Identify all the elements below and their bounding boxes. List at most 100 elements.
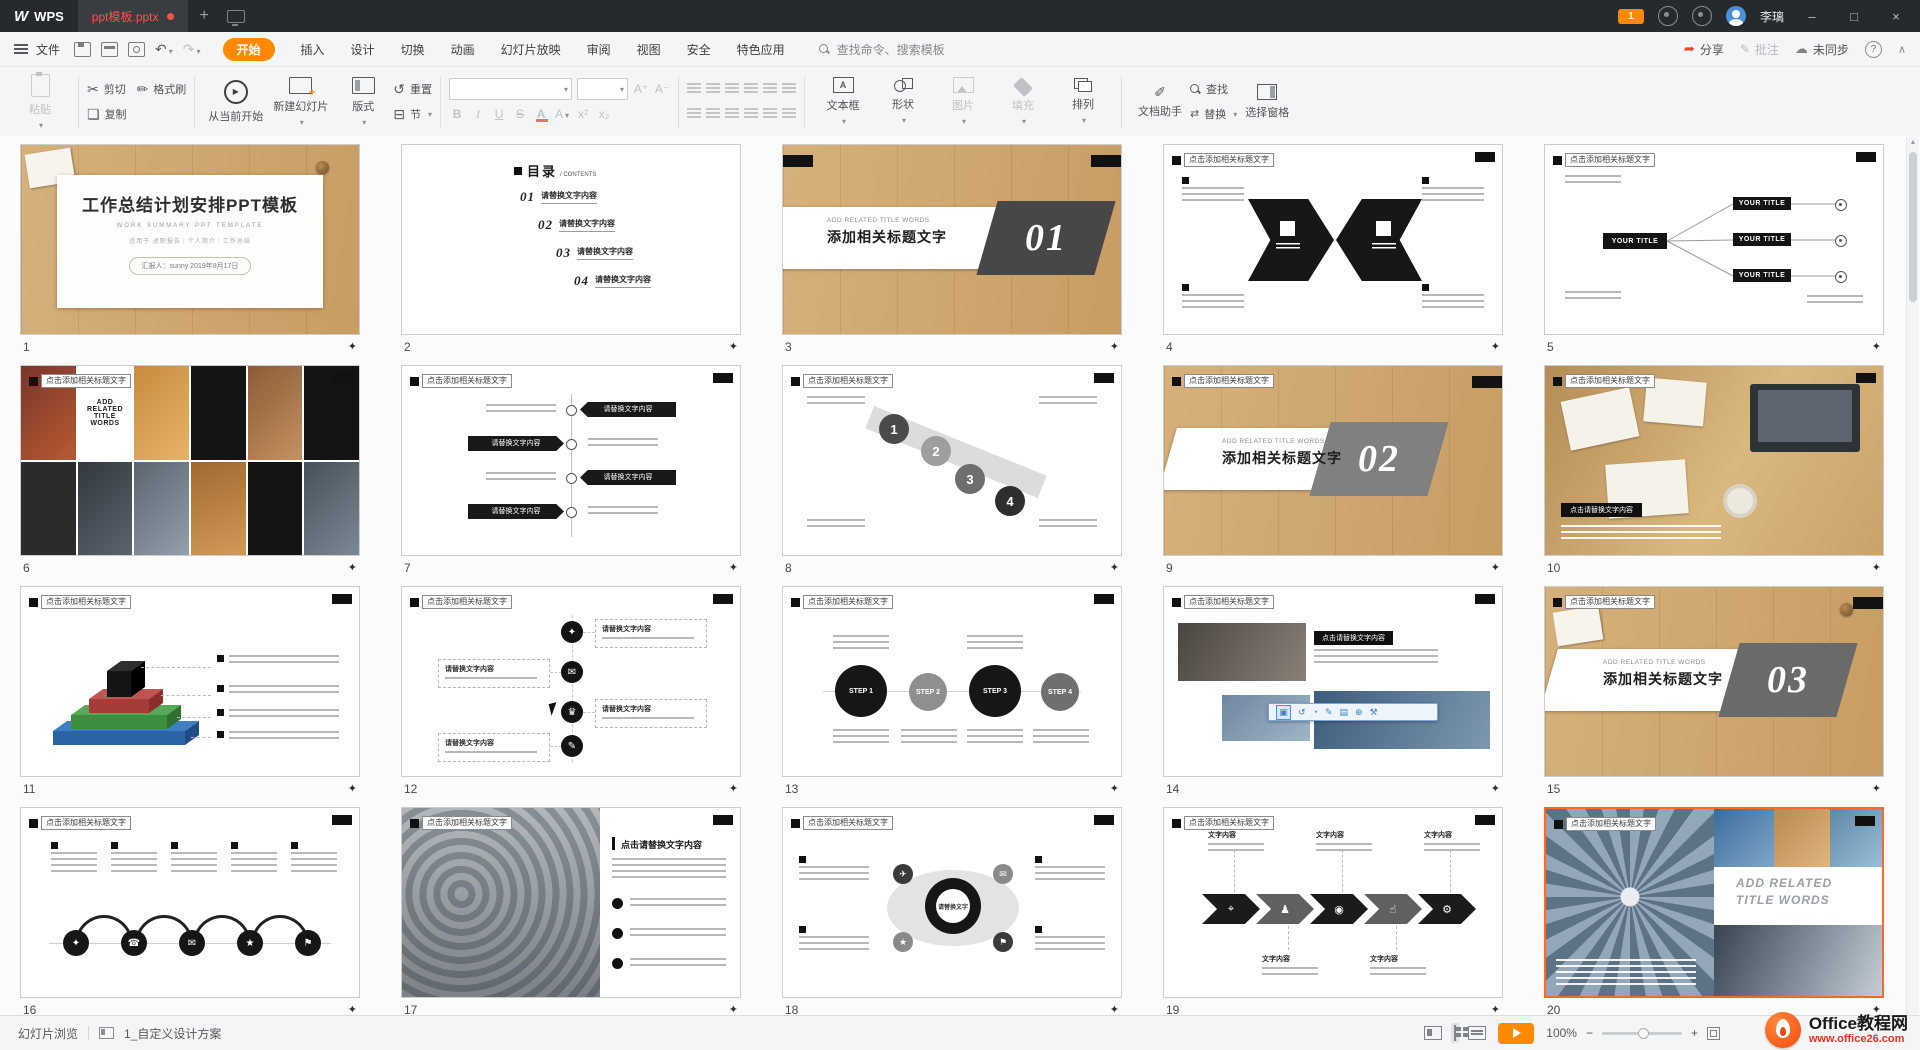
arrange-button[interactable]: 排列 — [1053, 73, 1113, 131]
tab-home[interactable]: 开始 — [223, 38, 275, 61]
transition-star-icon[interactable] — [348, 340, 357, 353]
transition-star-icon[interactable] — [1110, 782, 1119, 795]
app-logo[interactable]: WWPS — [0, 8, 78, 25]
skin-icon[interactable] — [1692, 6, 1712, 26]
bold-button[interactable]: B — [449, 107, 465, 121]
tab-design[interactable]: 设计 — [351, 41, 375, 58]
slide-thumbnail-5[interactable]: 点击添加相关标题文字 YOUR TITLE YOUR TITLE YOUR TI… — [1544, 144, 1884, 335]
tab-view[interactable]: 视图 — [637, 41, 661, 58]
screen-share-icon[interactable] — [227, 10, 245, 23]
transition-star-icon[interactable] — [348, 782, 357, 795]
transition-star-icon[interactable] — [1110, 340, 1119, 353]
slide-thumbnail-7[interactable]: 点击添加相关标题文字 请替换文字内容 请替换文字内容 请替换文字内容 请替换文字… — [401, 365, 741, 556]
picture-tools-popup[interactable]: ▣ ↺ ◔ ✎ ▤ ⊕ ⚒ — [1268, 703, 1438, 721]
doc-assistant-button[interactable]: ✐文档助手 — [1130, 73, 1190, 131]
preview-icon[interactable] — [128, 42, 145, 57]
user-name[interactable]: 李璃 — [1760, 8, 1784, 25]
font-name-select[interactable] — [449, 78, 572, 100]
sorter-view-button-active[interactable] — [1451, 1023, 1459, 1043]
print-icon[interactable] — [101, 42, 118, 57]
settings-tool-icon[interactable]: ⚒ — [1370, 708, 1378, 717]
increase-indent-icon[interactable] — [744, 83, 758, 95]
paste-button[interactable]: 粘贴 — [10, 73, 70, 131]
slide-thumbnail-3[interactable]: 01 ADD RELATED TITLE WORDS添加相关标题文字 — [782, 144, 1122, 335]
normal-view-button[interactable] — [1424, 1026, 1442, 1040]
zoom-in-button[interactable]: + — [1691, 1026, 1698, 1040]
slide-thumbnail-6[interactable]: 点击添加相关标题文字 ADD RELATED TITLE WORDS — [20, 365, 360, 556]
bullets-icon[interactable] — [687, 83, 701, 95]
cut-button[interactable]: ✂剪切 — [87, 79, 127, 99]
comment-button[interactable]: ✎批注 — [1740, 41, 1779, 58]
align-left-icon[interactable] — [687, 108, 701, 120]
slide-thumbnail-19[interactable]: 点击添加相关标题文字 ⌖ ♟ ◉ ☝ ⚙ 文字内容 文字内容 文字内容 文字内容 — [1163, 807, 1503, 998]
transition-star-icon[interactable] — [1110, 561, 1119, 574]
transition-star-icon[interactable] — [1491, 782, 1500, 795]
add-tool-icon[interactable]: ⊕ — [1355, 708, 1363, 717]
slide-thumbnail-8[interactable]: 点击添加相关标题文字 1 2 3 4 — [782, 365, 1122, 556]
textbox-button[interactable]: 文本框 — [813, 73, 873, 131]
subscript-button[interactable]: x₂ — [596, 107, 612, 121]
align-center-icon[interactable] — [706, 108, 720, 120]
tab-security[interactable]: 安全 — [687, 41, 711, 58]
brightness-tool-icon[interactable]: ◔ — [1313, 708, 1318, 717]
sync-status[interactable]: ☁未同步 — [1795, 41, 1849, 58]
close-button[interactable]: × — [1882, 9, 1910, 24]
selection-pane-button[interactable]: 选择窗格 — [1237, 73, 1297, 131]
slide-thumbnail-9[interactable]: 点击添加相关标题文字 02 ADD RELATED TITLE WORDS添加相… — [1163, 365, 1503, 556]
transition-star-icon[interactable] — [1491, 561, 1500, 574]
new-slide-button[interactable]: 新建幻灯片 — [268, 73, 333, 131]
reading-view-button[interactable] — [1468, 1026, 1486, 1040]
transition-star-icon[interactable] — [1872, 782, 1881, 795]
tab-insert[interactable]: 插入 — [301, 41, 325, 58]
format-painter-button[interactable]: ✏格式刷 — [137, 79, 187, 99]
transition-star-icon[interactable] — [1491, 340, 1500, 353]
copy-button[interactable]: ❏复制 — [87, 104, 127, 124]
new-tab-button[interactable]: + — [200, 7, 209, 25]
line-spacing-icon[interactable] — [782, 108, 796, 120]
transition-star-icon[interactable] — [729, 561, 738, 574]
transition-star-icon[interactable] — [1872, 561, 1881, 574]
distribute-icon[interactable] — [763, 108, 777, 120]
justify-icon[interactable] — [744, 108, 758, 120]
tab-slideshow[interactable]: 幻灯片放映 — [501, 41, 561, 58]
decrease-font-button[interactable]: A⁻ — [654, 82, 670, 96]
notification-badge[interactable]: 1 — [1618, 9, 1644, 24]
slide-thumbnail-12[interactable]: 点击添加相关标题文字 ✦ ✉ ♛ ✎ 请替换文字内容 请替换文字内容 请替换文字… — [401, 586, 741, 777]
file-menu[interactable]: 文件 — [36, 41, 60, 58]
layout-tool-icon[interactable]: ▤ — [1340, 708, 1349, 717]
share-button[interactable]: ➦分享 — [1684, 41, 1724, 58]
scrollbar-thumb[interactable] — [1909, 152, 1917, 302]
slide-thumbnail-18[interactable]: 点击添加相关标题文字 ✈ ✉ ★ ⚑ 请替换文字 — [782, 807, 1122, 998]
vertical-scrollbar[interactable]: ▲ — [1906, 137, 1919, 1014]
section-button[interactable]: ⊟节 — [393, 104, 432, 124]
zoom-slider-thumb[interactable] — [1638, 1028, 1649, 1039]
strikethrough-button[interactable]: S — [512, 107, 528, 121]
slide-thumbnail-4[interactable]: 点击添加相关标题文字 — [1163, 144, 1503, 335]
slide-thumbnail-20-selected[interactable]: ADD RELATEDTITLE WORDS 点击添加相关标题文字 — [1544, 807, 1884, 998]
numbering-icon[interactable] — [706, 83, 720, 95]
zoom-out-button[interactable]: − — [1586, 1026, 1593, 1040]
underline-button[interactable]: U — [491, 107, 507, 121]
scroll-up-arrow[interactable]: ▲ — [1907, 137, 1919, 149]
slide-thumbnail-15[interactable]: 点击添加相关标题文字 03 ADD RELATED TITLE WORDS添加相… — [1544, 586, 1884, 777]
command-search[interactable]: 查找命令、搜索模板 — [819, 41, 945, 58]
tab-animations[interactable]: 动画 — [451, 41, 475, 58]
highlight-button[interactable]: A — [554, 107, 570, 121]
maximize-button[interactable]: □ — [1840, 9, 1868, 24]
user-avatar[interactable] — [1726, 6, 1746, 26]
transition-star-icon[interactable] — [1872, 340, 1881, 353]
slide-thumbnail-14[interactable]: 点击添加相关标题文字 点击请替换文字内容 ▣ ↺ ◔ ✎ ▤ ⊕ ⚒ — [1163, 586, 1503, 777]
picture-button[interactable]: 图片 — [933, 73, 993, 131]
slideshow-play-button[interactable] — [1498, 1023, 1534, 1044]
columns-icon[interactable] — [763, 83, 777, 95]
shapes-button[interactable]: 形状 — [873, 73, 933, 131]
message-icon[interactable] — [1658, 6, 1678, 26]
undo-icon[interactable]: ↶ — [155, 41, 173, 58]
slide-thumbnail-1[interactable]: 工作总结计划安排PPT模板 WORK SUMMARY PPT TEMPLATE … — [20, 144, 360, 335]
increase-font-button[interactable]: A⁺ — [633, 82, 649, 96]
tab-special-features[interactable]: 特色应用 — [737, 41, 785, 58]
slide-thumbnail-16[interactable]: 点击添加相关标题文字 ✦ ☎ ✉ ★ ⚑ — [20, 807, 360, 998]
save-icon[interactable] — [74, 42, 91, 57]
tab-transitions[interactable]: 切换 — [401, 41, 425, 58]
font-size-select[interactable] — [577, 78, 628, 100]
